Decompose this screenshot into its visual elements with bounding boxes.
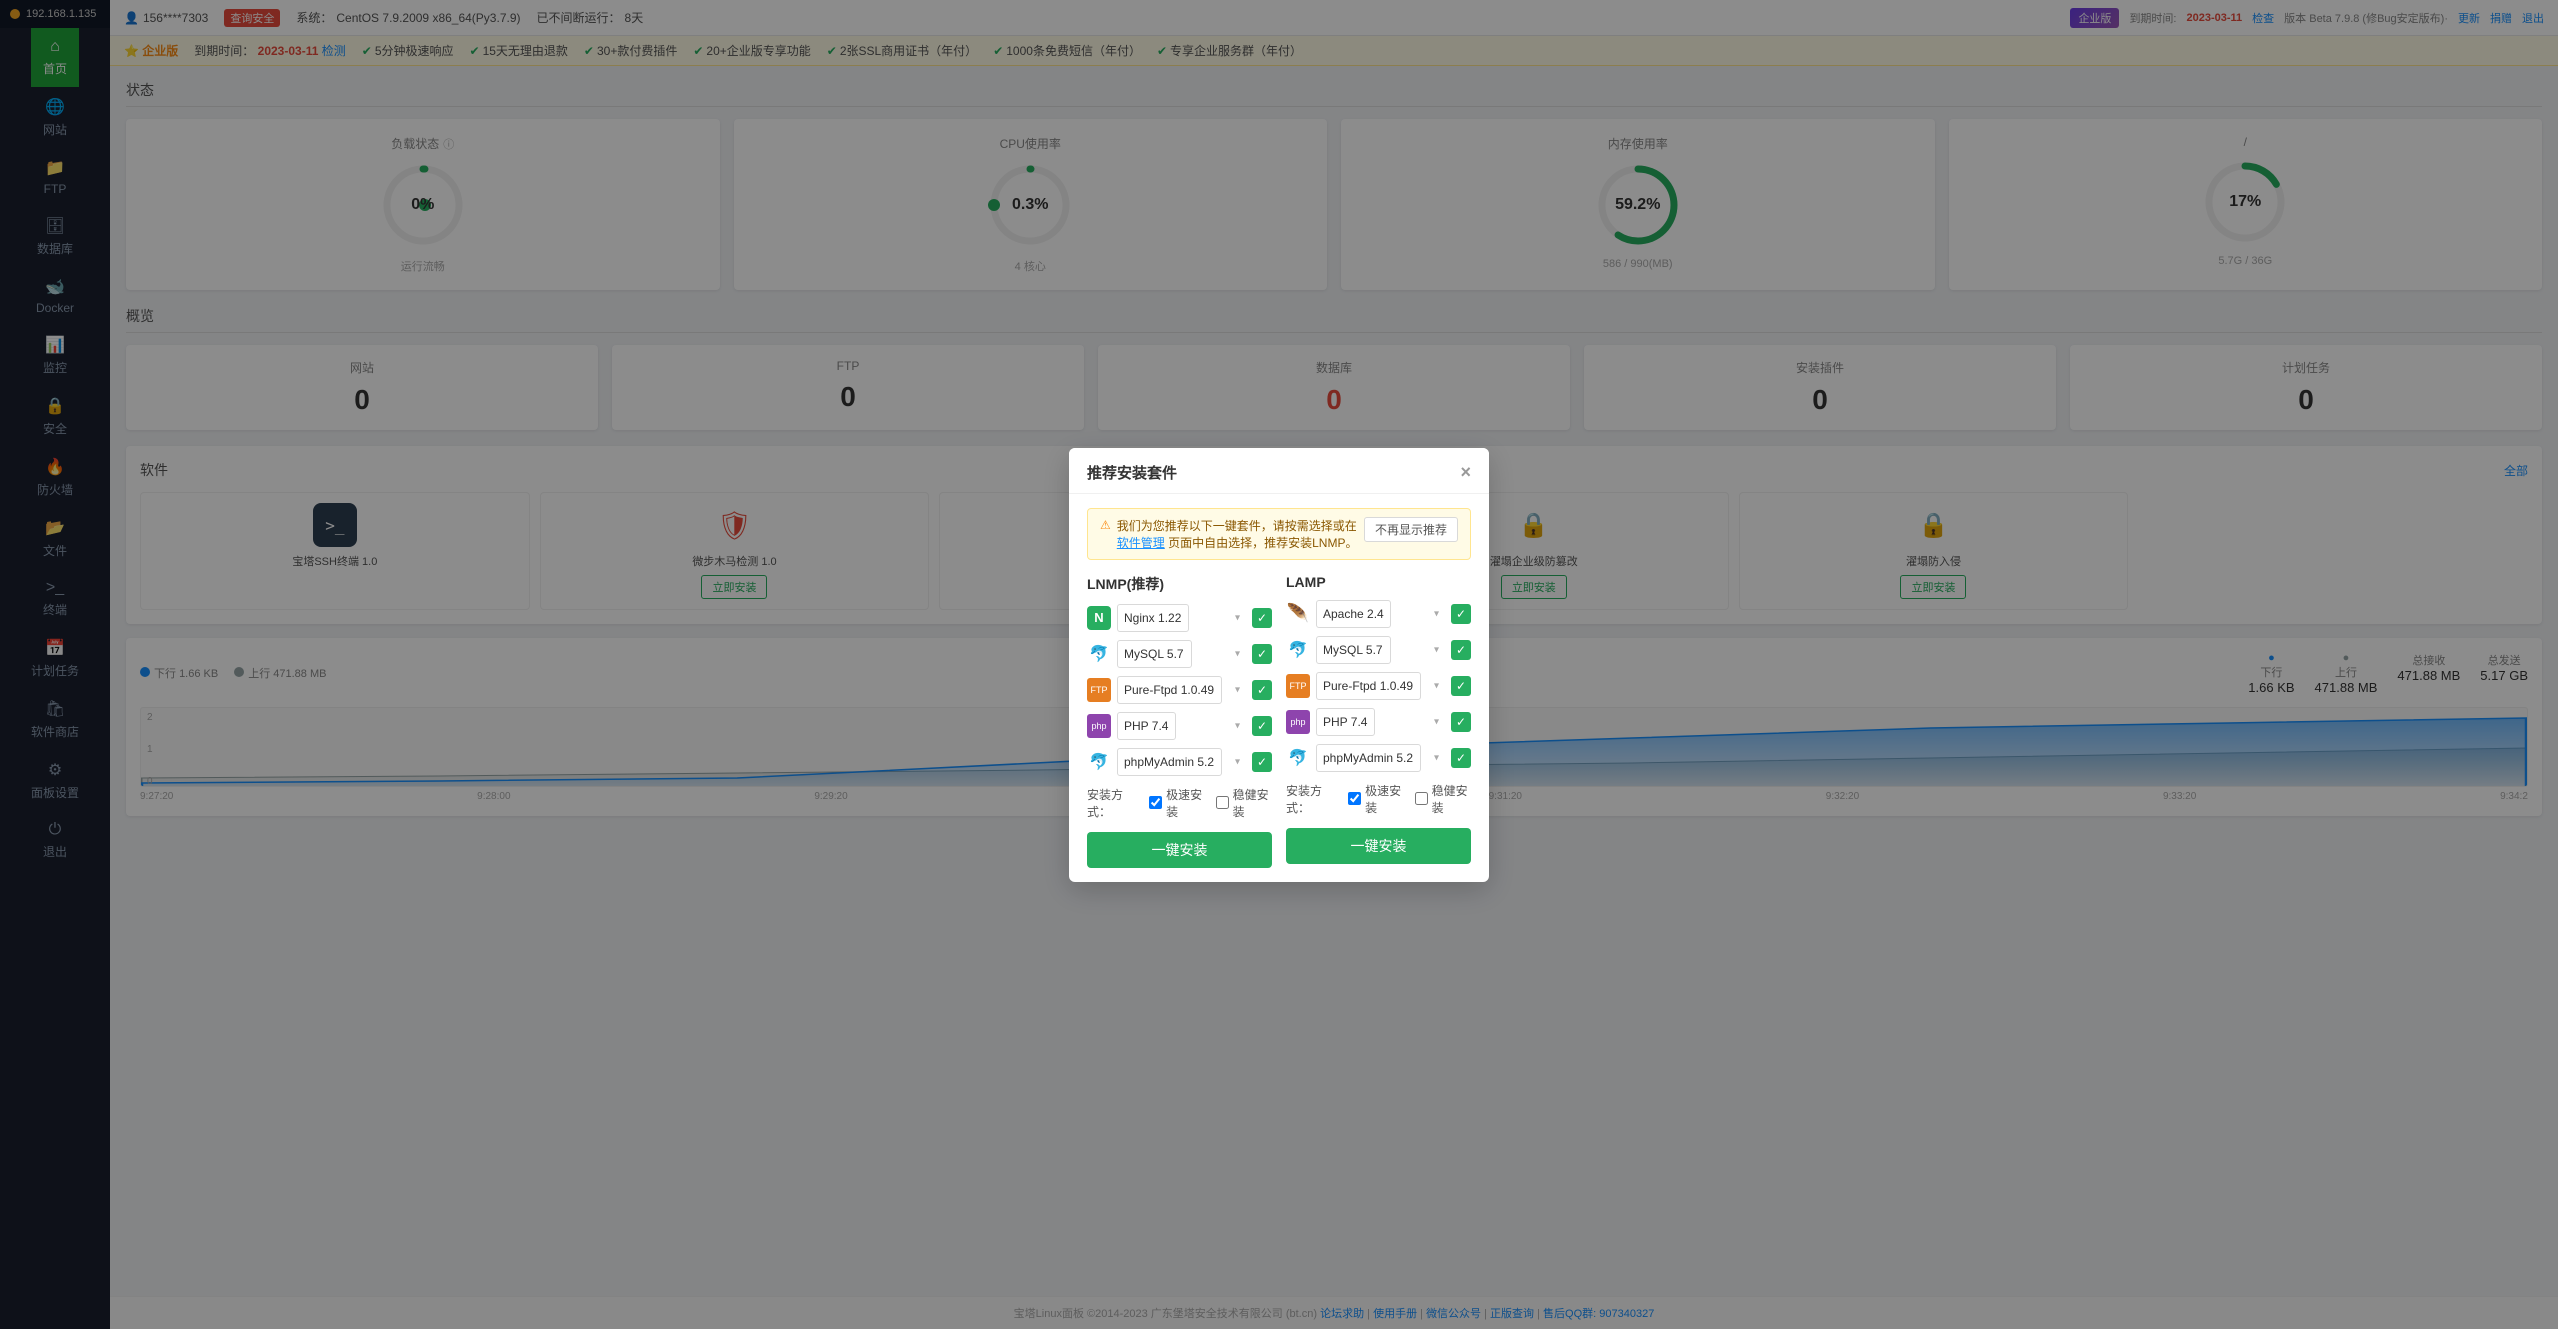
- lnmp-nginx-check[interactable]: ✓: [1252, 608, 1272, 628]
- lamp-ftp-check[interactable]: ✓: [1451, 676, 1471, 696]
- modal-overlay[interactable]: 推荐安装套件 × ⚠ 我们为您推荐以下一键套件，请按需选择或在 软件管理 页面中…: [0, 0, 2558, 1329]
- lamp-phpmyadmin-check[interactable]: ✓: [1451, 748, 1471, 768]
- modal-warning: ⚠ 我们为您推荐以下一键套件，请按需选择或在 软件管理 页面中自由选择，推荐安装…: [1087, 508, 1471, 560]
- ftp-icon-lnmp: FTP: [1087, 678, 1111, 702]
- lamp-apache-select[interactable]: Apache 2.4: [1316, 600, 1391, 628]
- lnmp-full-checkbox[interactable]: [1216, 796, 1229, 809]
- php-icon-lamp: php: [1286, 710, 1310, 734]
- software-mgmt-link[interactable]: 软件管理: [1117, 536, 1165, 550]
- lamp-mysql-select[interactable]: MySQL 5.7: [1316, 636, 1391, 664]
- lnmp-fast-checkbox[interactable]: [1149, 796, 1162, 809]
- lamp-phpmyadmin-row: 🐬 phpMyAdmin 5.2 ✓: [1286, 744, 1471, 772]
- nginx-icon: N: [1087, 606, 1111, 630]
- phpmyadmin-icon-lamp: 🐬: [1286, 746, 1310, 770]
- lnmp-mysql-select[interactable]: MySQL 5.7: [1117, 640, 1192, 668]
- lamp-title: LAMP: [1286, 574, 1471, 590]
- lamp-php-select[interactable]: PHP 7.4: [1316, 708, 1375, 736]
- lamp-phpmyadmin-select[interactable]: phpMyAdmin 5.2: [1316, 744, 1421, 772]
- lamp-ftp-select[interactable]: Pure-Ftpd 1.0.49: [1316, 672, 1421, 700]
- php-icon-lnmp: php: [1087, 714, 1111, 738]
- lnmp-title: LNMP(推荐): [1087, 574, 1272, 594]
- lnmp-ftp-select[interactable]: Pure-Ftpd 1.0.49: [1117, 676, 1222, 704]
- ftp-icon-lamp: FTP: [1286, 674, 1310, 698]
- modal-body: ⚠ 我们为您推荐以下一键套件，请按需选择或在 软件管理 页面中自由选择，推荐安装…: [1069, 494, 1489, 882]
- lnmp-mysql-row: 🐬 MySQL 5.7 ✓: [1087, 640, 1272, 668]
- recommend-modal: 推荐安装套件 × ⚠ 我们为您推荐以下一键套件，请按需选择或在 软件管理 页面中…: [1069, 448, 1489, 882]
- lnmp-fast-label[interactable]: 极速安装: [1149, 786, 1205, 820]
- lamp-apache-check[interactable]: ✓: [1451, 604, 1471, 624]
- lamp-fast-checkbox[interactable]: [1348, 792, 1361, 805]
- lamp-php-row: php PHP 7.4 ✓: [1286, 708, 1471, 736]
- lnmp-php-row: php PHP 7.4 ✓: [1087, 712, 1272, 740]
- lamp-php-check[interactable]: ✓: [1451, 712, 1471, 732]
- warn-icon: ⚠: [1100, 518, 1111, 532]
- phpmyadmin-icon-lnmp: 🐬: [1087, 750, 1111, 774]
- lamp-install-btn[interactable]: 一键安装: [1286, 828, 1471, 864]
- lnmp-nginx-select[interactable]: Nginx 1.22: [1117, 604, 1189, 632]
- apache-icon: 🪶: [1286, 602, 1310, 626]
- lamp-mysql-row: 🐬 MySQL 5.7 ✓: [1286, 636, 1471, 664]
- lnmp-php-check[interactable]: ✓: [1252, 716, 1272, 736]
- lamp-full-checkbox[interactable]: [1415, 792, 1428, 805]
- lnmp-install-mode: 安装方式： 极速安装 稳健安装: [1087, 786, 1272, 820]
- modal-close-btn[interactable]: ×: [1460, 462, 1471, 483]
- modal-title: 推荐安装套件: [1087, 462, 1177, 483]
- lnmp-phpmyadmin-check[interactable]: ✓: [1252, 752, 1272, 772]
- lnmp-mysql-check[interactable]: ✓: [1252, 644, 1272, 664]
- modal-header: 推荐安装套件 ×: [1069, 448, 1489, 494]
- lamp-column: LAMP 🪶 Apache 2.4 ✓ 🐬: [1286, 574, 1471, 868]
- lamp-full-label[interactable]: 稳健安装: [1415, 782, 1471, 816]
- lamp-ftp-row: FTP Pure-Ftpd 1.0.49 ✓: [1286, 672, 1471, 700]
- mysql-icon-lamp: 🐬: [1286, 638, 1310, 662]
- lamp-mysql-check[interactable]: ✓: [1451, 640, 1471, 660]
- packages-grid: LNMP(推荐) N Nginx 1.22 ✓ 🐬: [1087, 574, 1471, 868]
- lnmp-phpmyadmin-row: 🐬 phpMyAdmin 5.2 ✓: [1087, 748, 1272, 776]
- lnmp-phpmyadmin-select[interactable]: phpMyAdmin 5.2: [1117, 748, 1222, 776]
- lamp-fast-label[interactable]: 极速安装: [1348, 782, 1404, 816]
- lnmp-full-label[interactable]: 稳健安装: [1216, 786, 1272, 820]
- mysql-icon-lnmp: 🐬: [1087, 642, 1111, 666]
- lamp-install-mode: 安装方式： 极速安装 稳健安装: [1286, 782, 1471, 816]
- lnmp-nginx-row: N Nginx 1.22 ✓: [1087, 604, 1272, 632]
- lamp-apache-row: 🪶 Apache 2.4 ✓: [1286, 600, 1471, 628]
- lnmp-ftp-row: FTP Pure-Ftpd 1.0.49 ✓: [1087, 676, 1272, 704]
- lnmp-install-btn[interactable]: 一键安装: [1087, 832, 1272, 868]
- lnmp-ftp-check[interactable]: ✓: [1252, 680, 1272, 700]
- no-show-btn[interactable]: 不再显示推荐: [1364, 517, 1458, 542]
- lnmp-php-select[interactable]: PHP 7.4: [1117, 712, 1176, 740]
- lnmp-column: LNMP(推荐) N Nginx 1.22 ✓ 🐬: [1087, 574, 1272, 868]
